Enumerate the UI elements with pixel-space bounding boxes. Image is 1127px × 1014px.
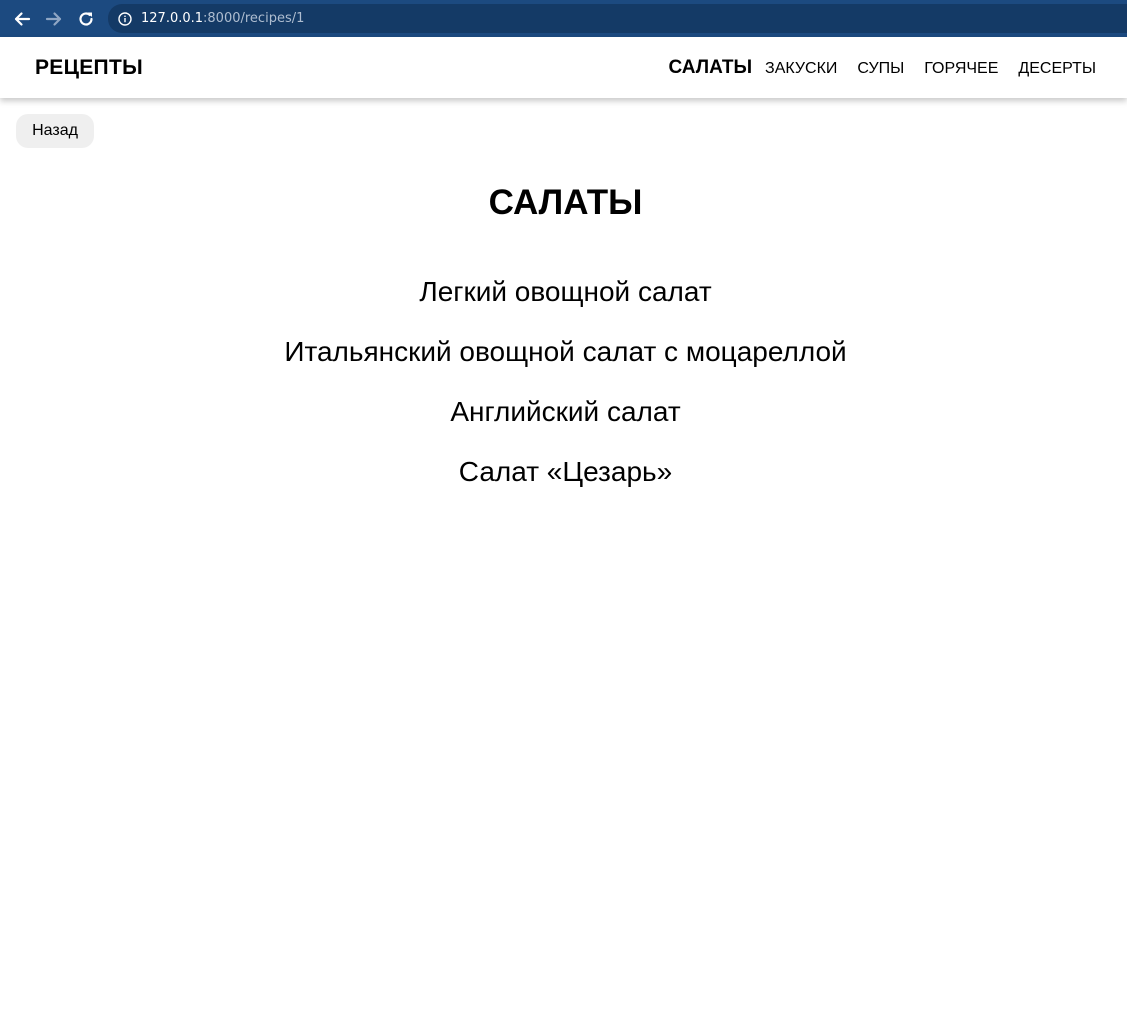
- recipe-link-caesar-salad[interactable]: Салат «Цезарь»: [0, 456, 1127, 516]
- arrow-left-icon: [14, 11, 31, 26]
- reload-button[interactable]: [70, 0, 102, 37]
- recipe-link-light-vegetable-salad[interactable]: Легкий овощной салат: [0, 276, 1127, 336]
- nav-item-hot-dishes[interactable]: ГОРЯЧЕЕ: [924, 60, 998, 78]
- back-nav-button[interactable]: [6, 0, 38, 37]
- site-logo[interactable]: РЕЦЕПТЫ: [35, 56, 143, 80]
- recipe-list: Легкий овощной салат Итальянский овощной…: [0, 276, 1127, 516]
- url-text: 127.0.0.1:8000/recipes/1: [141, 11, 304, 26]
- back-button[interactable]: Назад: [16, 114, 94, 148]
- nav-item-salads[interactable]: САЛАТЫ: [669, 57, 753, 79]
- forward-nav-button[interactable]: [38, 0, 70, 37]
- page-title: САЛАТЫ: [488, 183, 643, 222]
- recipe-link-italian-salad[interactable]: Итальянский овощной салат с моцареллой: [0, 336, 1127, 396]
- nav-item-appetizers[interactable]: ЗАКУСКИ: [765, 60, 837, 78]
- arrow-right-icon: [45, 11, 62, 26]
- url-host: 127.0.0.1: [141, 11, 204, 26]
- site-header: РЕЦЕПТЫ САЛАТЫ ЗАКУСКИ СУПЫ ГОРЯЧЕЕ ДЕСЕ…: [0, 37, 1127, 98]
- address-bar[interactable]: 127.0.0.1:8000/recipes/1: [108, 4, 1127, 33]
- info-icon[interactable]: [118, 11, 132, 26]
- reload-icon: [79, 11, 93, 26]
- recipe-link-english-salad[interactable]: Английский салат: [0, 396, 1127, 456]
- nav-item-desserts[interactable]: ДЕСЕРТЫ: [1018, 60, 1096, 78]
- url-path: :8000/recipes/1: [203, 11, 305, 26]
- main-nav: САЛАТЫ ЗАКУСКИ СУПЫ ГОРЯЧЕЕ ДЕСЕРТЫ: [669, 57, 1096, 79]
- nav-item-soups[interactable]: СУПЫ: [857, 60, 904, 78]
- browser-toolbar: 127.0.0.1:8000/recipes/1: [0, 0, 1127, 37]
